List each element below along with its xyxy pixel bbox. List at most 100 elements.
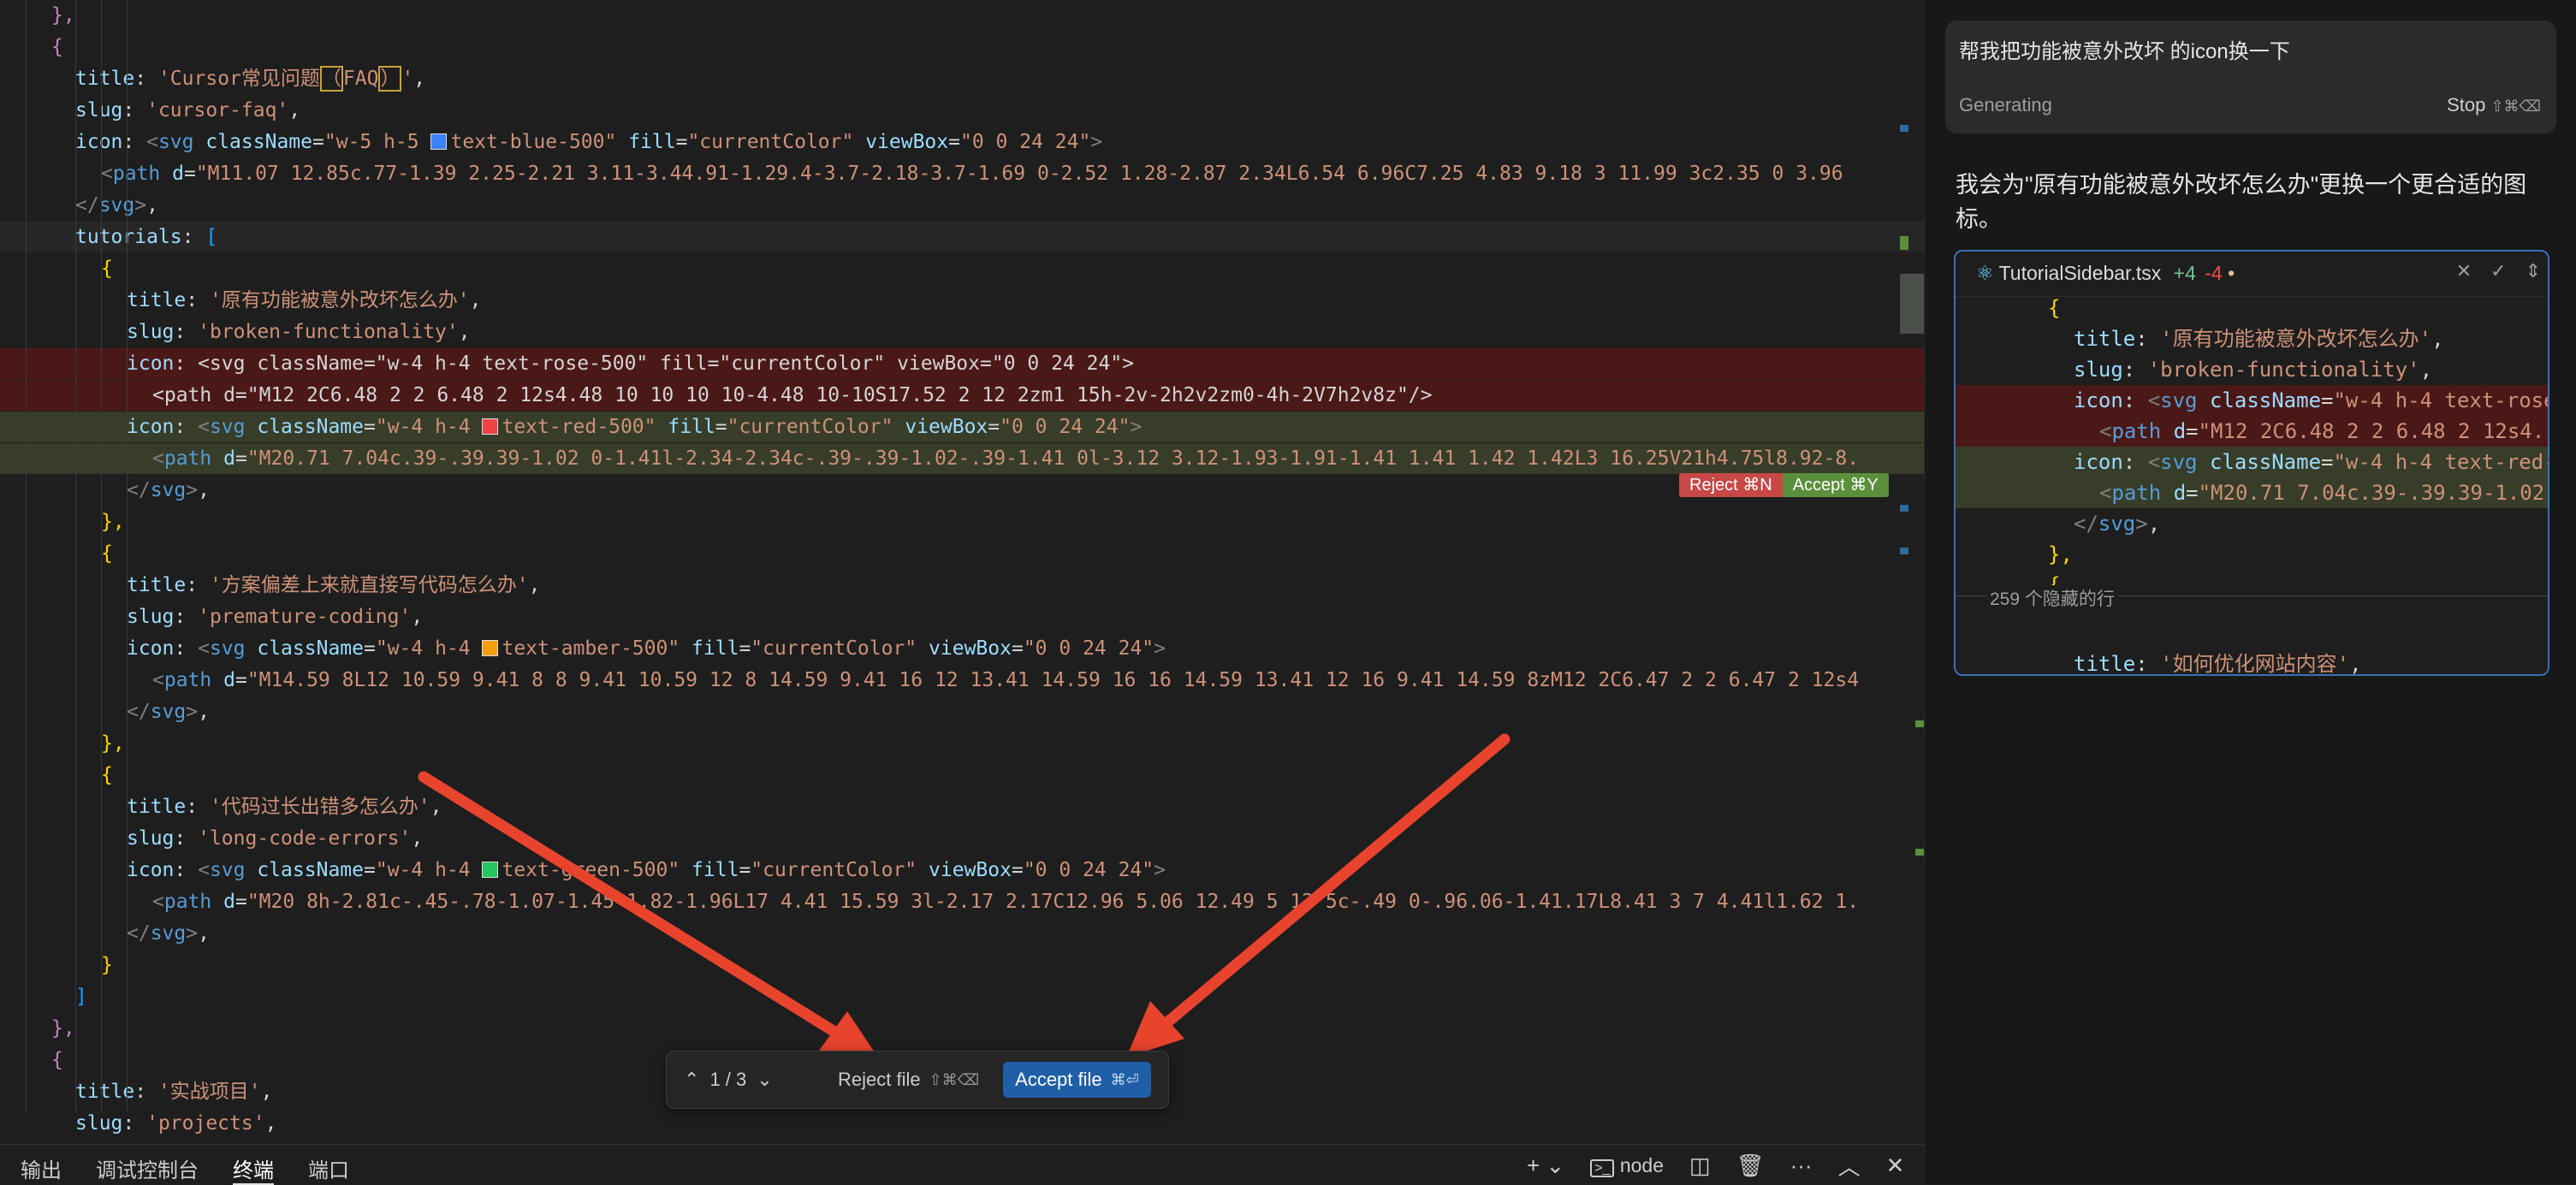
- code-token: tutorials: [75, 226, 182, 248]
- tab-debug-console[interactable]: 调试控制台: [96, 1153, 199, 1183]
- code-line[interactable]: title: '原有功能被意外改坏怎么办',: [0, 285, 1924, 316]
- terminal-selector[interactable]: >_ node: [1590, 1154, 1664, 1177]
- code-line[interactable]: {: [0, 538, 1924, 569]
- diff-file-label[interactable]: ⚛ TutorialSidebar.tsx +4 -4 •: [1976, 262, 2235, 285]
- code-line[interactable]: title: '代码过长出错多怎么办',: [0, 791, 1924, 822]
- indent-guide: [26, 0, 27, 1112]
- code-token: svg: [209, 859, 246, 881]
- code-line[interactable]: icon: <svg className="w-5 h-5 text-blue-…: [0, 127, 1924, 157]
- code-line[interactable]: </svg>,: [0, 475, 1924, 506]
- trash-icon[interactable]: 🗑: [1736, 1152, 1765, 1179]
- code-token: <: [2099, 419, 2112, 443]
- code-line[interactable]: },: [0, 1013, 1924, 1044]
- code-editor[interactable]: },{title: 'Cursor常见问题（FAQ）', slug: 'curso…: [0, 0, 1924, 1144]
- code-token: "w-4 h-4: [375, 416, 483, 438]
- code-line[interactable]: <path d="M20 8h-2.81c-.45-.78-1.07-1.45-…: [0, 886, 1924, 917]
- code-line[interactable]: title: '方案偏差上来就直接写代码怎么办',: [0, 570, 1924, 601]
- code-line[interactable]: </svg>,: [0, 918, 1924, 949]
- more-icon[interactable]: ···: [1790, 1152, 1813, 1179]
- tab-terminal[interactable]: 终端: [233, 1153, 274, 1185]
- code-line[interactable]: </svg>,: [0, 696, 1924, 727]
- code-token: svg: [2098, 512, 2136, 536]
- code-line[interactable]: icon: <svg className="w-4 h-4 text-red-5…: [0, 412, 1924, 442]
- code-line[interactable]: slug: 'projects',: [0, 1108, 1924, 1139]
- reject-icon[interactable]: ✕: [2456, 260, 2472, 282]
- code-line[interactable]: <path d="M20.71 7.04c.39-.39.39-1.02 0-1…: [0, 443, 1924, 474]
- code-token: {: [101, 542, 113, 565]
- code-token: '代码过长出错多怎么办': [209, 796, 430, 818]
- inline-accept-button[interactable]: Accept ⌘Y: [1782, 473, 1889, 497]
- code-line[interactable]: slug: 'broken-functionality',: [0, 317, 1924, 347]
- chevron-up-icon[interactable]: ⌃: [684, 1069, 699, 1091]
- code-line[interactable]: {: [0, 760, 1924, 791]
- file-diff-card[interactable]: ⚛ TutorialSidebar.tsx +4 -4 • ✕ ✓ ⇕ {tit…: [1954, 250, 2549, 676]
- code-line[interactable]: {: [0, 32, 1924, 62]
- code-token: </: [127, 922, 151, 945]
- code-line[interactable]: </svg>,: [0, 190, 1924, 221]
- minimap-slider[interactable]: [1900, 274, 1924, 334]
- diff-code-line: icon: <svg className="w-4 h-4 text-red-: [1956, 447, 2548, 477]
- code-token: ]: [75, 986, 87, 1008]
- inline-reject-button[interactable]: Reject ⌘N: [1679, 473, 1783, 497]
- code-token: ,: [146, 194, 158, 216]
- maximize-panel-icon[interactable]: ︿: [1838, 1150, 1861, 1182]
- code-token: icon: [2074, 450, 2123, 474]
- code-token: ,: [411, 606, 424, 628]
- code-line[interactable]: tutorials: [: [0, 222, 1924, 252]
- tab-ports[interactable]: 端口: [308, 1153, 349, 1183]
- code-token: =: [2321, 450, 2334, 474]
- code-token: ,: [288, 99, 301, 121]
- new-terminal-icon[interactable]: + ⌄: [1527, 1152, 1564, 1179]
- code-token: path: [163, 447, 212, 470]
- code-token: </: [127, 701, 151, 723]
- code-token: title: [75, 1081, 135, 1103]
- chevron-down-icon[interactable]: ⌄: [757, 1069, 772, 1091]
- code-line[interactable]: icon: <svg className="w-4 h-4 text-amber…: [0, 633, 1924, 664]
- code-line[interactable]: slug: 'cursor-faq',: [0, 95, 1924, 126]
- change-navigator: ⌃ 1 / 3 ⌄: [667, 1069, 829, 1091]
- code-line[interactable]: <path d="M11.07 12.85c.77-1.39 2.25-2.21…: [0, 158, 1924, 189]
- code-line[interactable]: },: [0, 728, 1924, 759]
- code-line[interactable]: slug: 'premature-coding',: [0, 601, 1924, 632]
- code-line[interactable]: {: [0, 253, 1924, 284]
- code-line[interactable]: },: [0, 507, 1924, 537]
- code-token: =: [739, 859, 751, 881]
- code-line[interactable]: title: 'Cursor常见问题（FAQ）',: [0, 63, 1924, 94]
- accept-icon[interactable]: ✓: [2490, 260, 2506, 282]
- code-line[interactable]: slug: 'long-code-errors',: [0, 823, 1924, 854]
- code-token: </: [75, 194, 99, 216]
- code-token: slug: [127, 827, 175, 850]
- diff-code-line: slug: 'broken-functionality',: [1956, 354, 2548, 385]
- code-line[interactable]: ]: [0, 981, 1924, 1012]
- code-token: '实战项目': [157, 1081, 261, 1103]
- code-token: {: [101, 258, 113, 280]
- code-token: :: [2122, 450, 2148, 474]
- code-token: className: [2209, 450, 2322, 474]
- code-line[interactable]: icon: <svg className="w-4 h-4 text-rose-…: [0, 348, 1924, 379]
- tab-output[interactable]: 输出: [21, 1153, 62, 1183]
- expand-icon[interactable]: ⇕: [2526, 260, 2541, 282]
- code-line[interactable]: <path d="M14.59 8L12 10.59 9.41 8 8 9.41…: [0, 665, 1924, 696]
- accept-file-button[interactable]: Accept file ⌘⏎: [1003, 1062, 1151, 1098]
- hidden-lines-divider[interactable]: 259 个隐藏的行: [1956, 585, 2548, 611]
- code-token: =: [2186, 419, 2199, 443]
- stop-button[interactable]: Stop ⇧⌘⌫: [2447, 94, 2541, 116]
- close-panel-icon[interactable]: ✕: [1886, 1152, 1905, 1179]
- code-token: d: [2173, 481, 2187, 505]
- code-token: =: [363, 637, 376, 660]
- split-terminal-icon[interactable]: ◫: [1689, 1152, 1711, 1179]
- code-token: <: [152, 669, 164, 691]
- reject-file-button[interactable]: Reject file ⇧⌘⌫: [838, 1069, 979, 1091]
- code-token: >: [134, 194, 147, 216]
- code-line[interactable]: }: [0, 950, 1924, 981]
- code-line[interactable]: <path d="M12 2C6.48 2 2 6.48 2 12s4.48 1…: [0, 380, 1924, 411]
- code-token: "currentColor": [727, 416, 893, 438]
- code-token: "M14.59 8L12 10.59 9.41 8 8 9.41 10.59 1…: [246, 669, 1860, 691]
- code-line[interactable]: },: [0, 0, 1924, 31]
- code-line[interactable]: icon: <svg className="w-4 h-4 text-green…: [0, 855, 1924, 886]
